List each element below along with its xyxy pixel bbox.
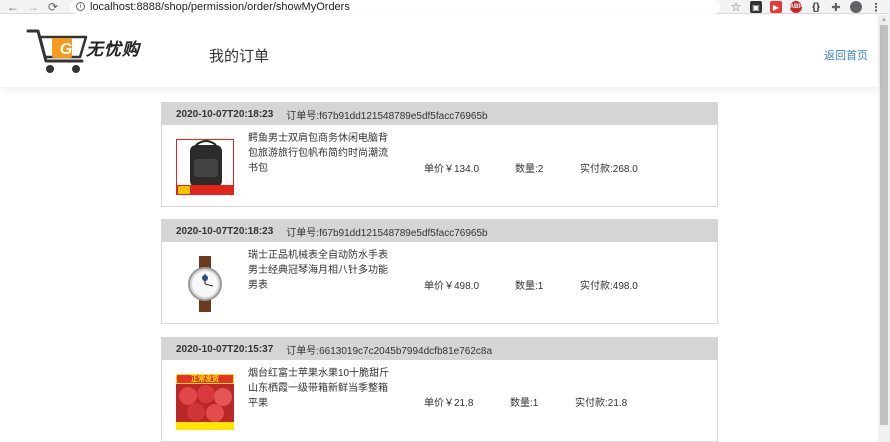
- quantity: 数量:1: [510, 398, 539, 409]
- order-header: 2020-10-07T20:18:23 订单号:f67b91dd12154878…: [162, 103, 717, 125]
- order-time: 2020-10-07T20:18:23: [176, 225, 274, 237]
- ext-icon[interactable]: ▣: [750, 1, 762, 13]
- page-scrollbar[interactable]: ▲: [878, 15, 890, 442]
- extension-area: ☆ ▣ ▶ ABP {} ✚ ⋮: [730, 0, 882, 14]
- product-name[interactable]: 鳄鱼男士双肩包商务休闲电脑背包旅游旅行包帆布简约时尚潮流书包: [248, 131, 390, 176]
- order-card: 2020-10-07T20:18:23 订单号:f67b91dd12154878…: [161, 219, 718, 324]
- reload-button[interactable]: ⟳: [46, 0, 60, 14]
- product-name[interactable]: 瑞士正品机械表全自动防水手表男士经典冠琴海月相八针多功能男表: [248, 248, 390, 293]
- puzzle-icon[interactable]: ✚: [830, 1, 842, 14]
- quantity: 数量:1: [515, 281, 544, 292]
- product-name[interactable]: 烟台红富士苹果水果10十脆甜斤山东栖霞一级带箱新鲜当季整箱平果: [248, 366, 390, 411]
- site-header: G 无忧购 我的订单 返回首页: [0, 15, 878, 87]
- profile-icon[interactable]: [850, 1, 862, 13]
- home-link[interactable]: 返回首页: [824, 47, 868, 63]
- order-number: 订单号:f67b91dd121548789e5df5facc76965b: [286, 110, 488, 122]
- order-card: 2020-10-07T20:18:23 订单号:f67b91dd12154878…: [161, 102, 718, 207]
- star-icon[interactable]: ☆: [730, 0, 742, 14]
- order-header: 2020-10-07T20:18:23 订单号:f67b91dd12154878…: [162, 220, 717, 242]
- order-item: 鳄鱼男士双肩包商务休闲电脑背包旅游旅行包帆布简约时尚潮流书包 单价￥134.0 …: [162, 125, 717, 206]
- brand-name: 无忧购: [86, 40, 140, 59]
- thumb-banner: 正常发货: [176, 374, 234, 384]
- apples-image[interactable]: 正常发货: [176, 374, 234, 430]
- order-time: 2020-10-07T20:18:23: [176, 108, 274, 120]
- order-header: 2020-10-07T20:15:37 订单号:6613019c7c2045b7…: [162, 338, 717, 360]
- apples-icon: [176, 384, 234, 430]
- json-icon[interactable]: {}: [810, 1, 822, 13]
- order-time: 2020-10-07T20:15:37: [176, 343, 274, 355]
- quantity: 数量:2: [515, 164, 544, 175]
- scroll-thumb[interactable]: [880, 25, 888, 425]
- paid-amount: 实付款:498.0: [580, 281, 638, 292]
- order-item: 瑞士正品机械表全自动防水手表男士经典冠琴海月相八针多功能男表 单价￥498.0 …: [162, 242, 717, 323]
- forward-button[interactable]: →: [26, 0, 40, 14]
- menu-icon[interactable]: ⋮: [870, 1, 882, 14]
- info-icon[interactable]: i: [76, 2, 85, 11]
- page-title: 我的订单: [209, 48, 270, 65]
- order-card: 2020-10-07T20:15:37 订单号:6613019c7c2045b7…: [161, 337, 718, 442]
- unit-price: 单价￥498.0: [424, 281, 480, 292]
- logo-letter: G: [59, 41, 73, 58]
- order-number: 订单号:f67b91dd121548789e5df5facc76965b: [286, 227, 488, 239]
- unit-price: 单价￥134.0: [424, 164, 480, 175]
- backpack-image[interactable]: [176, 139, 234, 195]
- address-bar[interactable]: i localhost:8888/shop/permission/order/s…: [70, 0, 720, 14]
- unit-price: 单价￥21.8: [424, 398, 474, 409]
- watch-image[interactable]: [176, 256, 234, 312]
- order-item: 正常发货 烟台红富士苹果水果10十脆甜斤山东栖霞一级带箱新鲜当季整箱平果 单价￥…: [162, 360, 717, 441]
- back-button[interactable]: ←: [6, 0, 20, 14]
- abp-icon[interactable]: ABP: [790, 1, 802, 13]
- url-text: localhost:8888/shop/permission/order/sho…: [90, 0, 350, 13]
- paid-amount: 实付款:21.8: [575, 398, 628, 409]
- youtube-icon[interactable]: ▶: [770, 1, 782, 13]
- order-number: 订单号:6613019c7c2045b7994dcfb81e762c8a: [286, 345, 493, 357]
- paid-amount: 实付款:268.0: [580, 164, 638, 175]
- scroll-up-icon[interactable]: ▲: [880, 16, 888, 24]
